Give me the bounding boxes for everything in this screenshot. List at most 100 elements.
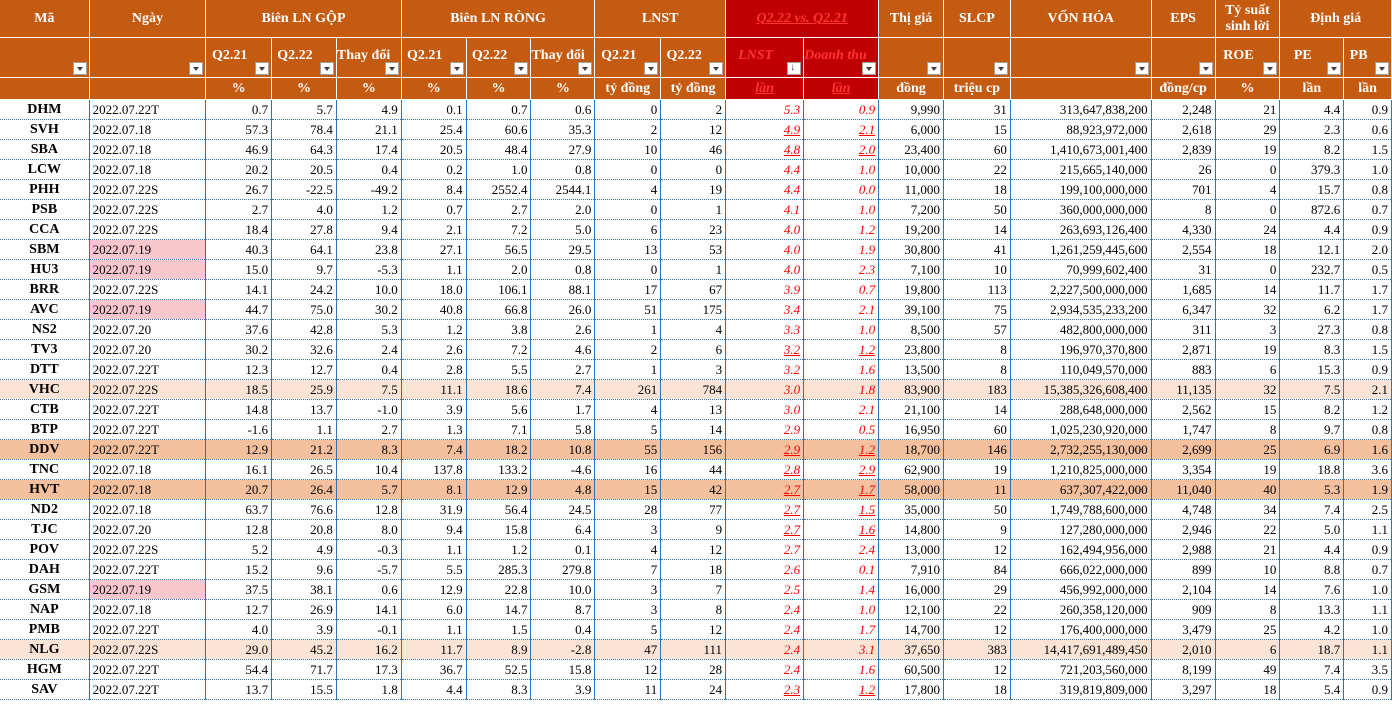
cell-rtd[interactable]: 3.9 (530, 679, 596, 700)
cell-xl[interactable]: 4.8 (725, 139, 805, 160)
cell-r21[interactable]: 1.3 (401, 419, 467, 440)
cell-g22[interactable]: 24.2 (271, 279, 337, 300)
cell-von[interactable]: 215,665,140,000 (1010, 159, 1152, 180)
cell-pe[interactable]: 7.4 (1279, 499, 1345, 520)
cell-g22[interactable]: 5.7 (271, 99, 337, 120)
cell-l21[interactable]: 0 (594, 199, 662, 220)
cell-l22[interactable]: 175 (660, 299, 727, 320)
cell-r22[interactable]: 1.5 (466, 619, 532, 640)
filter-cell-eps[interactable] (1151, 37, 1216, 78)
cell-slcp[interactable]: 22 (943, 159, 1011, 180)
cell-slcp[interactable]: 14 (943, 399, 1011, 420)
table-row[interactable]: LCW 2022.07.18 20.2 20.5 0.4 0.2 1.0 0.8 0 0 4.4 1.… (0, 159, 1392, 180)
cell-xd[interactable]: 2.4 (803, 539, 880, 560)
cell-von[interactable]: 1,261,259,445,600 (1010, 239, 1152, 260)
cell-slcp[interactable]: 50 (943, 199, 1011, 220)
cell-pe[interactable]: 27.3 (1279, 319, 1345, 340)
cell-gia[interactable]: 9,990 (878, 99, 944, 120)
cell-l21[interactable]: 1 (594, 359, 662, 380)
table-row[interactable]: DDV 2022.07.22T 12.9 21.2 8.3 7.4 18.2 10.8 55 15… (0, 439, 1392, 460)
filter-cell-ma[interactable] (0, 37, 90, 78)
cell-xl[interactable]: 2.9 (725, 439, 805, 460)
cell-xl[interactable]: 4.0 (725, 219, 805, 240)
cell-rtd[interactable]: 6.4 (530, 519, 596, 540)
cell-l22[interactable]: 13 (660, 399, 727, 420)
cell-rtd[interactable]: 26.0 (530, 299, 596, 320)
cell-gtd[interactable]: -0.3 (336, 539, 402, 560)
header-lnst[interactable]: LNST (594, 0, 727, 38)
cell-xl[interactable]: 4.9 (725, 119, 805, 140)
cell-ngay[interactable]: 2022.07.22T (89, 419, 207, 440)
cell-roe[interactable]: 8 (1215, 599, 1281, 620)
cell-roe[interactable]: 3 (1215, 319, 1281, 340)
cell-l21[interactable]: 0 (594, 99, 662, 120)
cell-gtd[interactable]: 7.5 (336, 379, 402, 400)
cell-xl[interactable]: 2.6 (725, 559, 805, 580)
cell-roe[interactable]: 14 (1215, 279, 1281, 300)
cell-g22[interactable]: 26.4 (271, 479, 337, 500)
cell-slcp[interactable]: 50 (943, 499, 1011, 520)
cell-r22[interactable]: 133.2 (466, 459, 532, 480)
cell-pb[interactable]: 0.6 (1343, 119, 1392, 140)
cell-rtd[interactable]: 2.0 (530, 199, 596, 220)
cell-r22[interactable]: 5.5 (466, 359, 532, 380)
cell-gtd[interactable]: 21.1 (336, 119, 402, 140)
cell-xd[interactable]: 2.1 (803, 119, 880, 140)
header-ty-suat[interactable]: Tỷ suất sinh lời (1215, 0, 1281, 38)
cell-rtd[interactable]: 29.5 (530, 239, 596, 260)
cell-pe[interactable]: 18.7 (1279, 639, 1345, 660)
cell-von[interactable]: 199,100,000,000 (1010, 179, 1152, 200)
cell-ngay[interactable]: 2022.07.22S (89, 639, 207, 660)
cell-r22[interactable]: 106.1 (466, 279, 532, 300)
cell-ngay[interactable]: 2022.07.22S (89, 219, 207, 240)
cell-r22[interactable]: 14.7 (466, 599, 532, 620)
cell-g22[interactable]: 32.6 (271, 339, 337, 360)
cell-r21[interactable]: 20.5 (401, 139, 467, 160)
cell-g21[interactable]: 4.0 (205, 619, 273, 640)
cell-eps[interactable]: 2,988 (1151, 539, 1216, 560)
cell-l21[interactable]: 4 (594, 179, 662, 200)
cell-l22[interactable]: 12 (660, 619, 727, 640)
cell-l22[interactable]: 3 (660, 359, 727, 380)
table-row[interactable]: DAH 2022.07.22T 15.2 9.6 -5.7 5.5 285.3 279.8 7 1… (0, 559, 1392, 580)
cell-roe[interactable]: 32 (1215, 299, 1281, 320)
cell-g22[interactable]: 1.1 (271, 419, 337, 440)
cell-xd[interactable]: 1.6 (803, 519, 880, 540)
cell-gia[interactable]: 10,000 (878, 159, 944, 180)
cell-xd[interactable]: 0.7 (803, 279, 880, 300)
cell-g21[interactable]: 63.7 (205, 499, 273, 520)
filter-dropdown-icon[interactable] (862, 62, 877, 75)
cell-l21[interactable]: 51 (594, 299, 662, 320)
cell-ma[interactable]: NLG (0, 639, 90, 660)
cell-gia[interactable]: 23,800 (878, 339, 944, 360)
cell-l22[interactable]: 2 (660, 99, 727, 120)
cell-rtd[interactable]: 0.1 (530, 539, 596, 560)
table-row[interactable]: DTT 2022.07.22T 12.3 12.7 0.4 2.8 5.5 2.7 1 3 3.2 1… (0, 359, 1392, 380)
table-row[interactable]: AVC 2022.07.19 44.7 75.0 30.2 40.8 66.8 26.0 51 1… (0, 299, 1392, 320)
cell-gtd[interactable]: 17.3 (336, 659, 402, 680)
cell-gia[interactable]: 7,100 (878, 259, 944, 280)
subheader-pe[interactable]: PE (1279, 37, 1345, 78)
cell-slcp[interactable]: 15 (943, 119, 1011, 140)
cell-eps[interactable]: 883 (1151, 359, 1216, 380)
cell-von[interactable]: 176,400,000,000 (1010, 619, 1152, 640)
cell-pb[interactable]: 1.9 (1343, 479, 1392, 500)
cell-eps[interactable]: 2,554 (1151, 239, 1216, 260)
table-row[interactable]: HVT 2022.07.18 20.7 26.4 5.7 8.1 12.9 4.8 15 42 2.… (0, 479, 1392, 500)
table-row[interactable]: NAP 2022.07.18 12.7 26.9 14.1 6.0 14.7 8.7 3 8 2.4… (0, 599, 1392, 620)
cell-g22[interactable]: 71.7 (271, 659, 337, 680)
cell-von[interactable]: 127,280,000,000 (1010, 519, 1152, 540)
cell-ngay[interactable]: 2022.07.18 (89, 159, 207, 180)
cell-l21[interactable]: 16 (594, 459, 662, 480)
cell-slcp[interactable]: 18 (943, 679, 1011, 700)
subheader-gross-q222[interactable]: Q2.22 (271, 37, 337, 78)
cell-gtd[interactable]: 23.8 (336, 239, 402, 260)
cell-von[interactable]: 319,819,809,000 (1010, 679, 1152, 700)
cell-eps[interactable]: 3,354 (1151, 459, 1216, 480)
cell-xd[interactable]: 0.9 (803, 99, 880, 120)
cell-slcp[interactable]: 12 (943, 539, 1011, 560)
cell-g22[interactable]: 15.5 (271, 679, 337, 700)
cell-r22[interactable]: 60.6 (466, 119, 532, 140)
cell-l22[interactable]: 156 (660, 439, 727, 460)
cell-eps[interactable]: 701 (1151, 179, 1216, 200)
